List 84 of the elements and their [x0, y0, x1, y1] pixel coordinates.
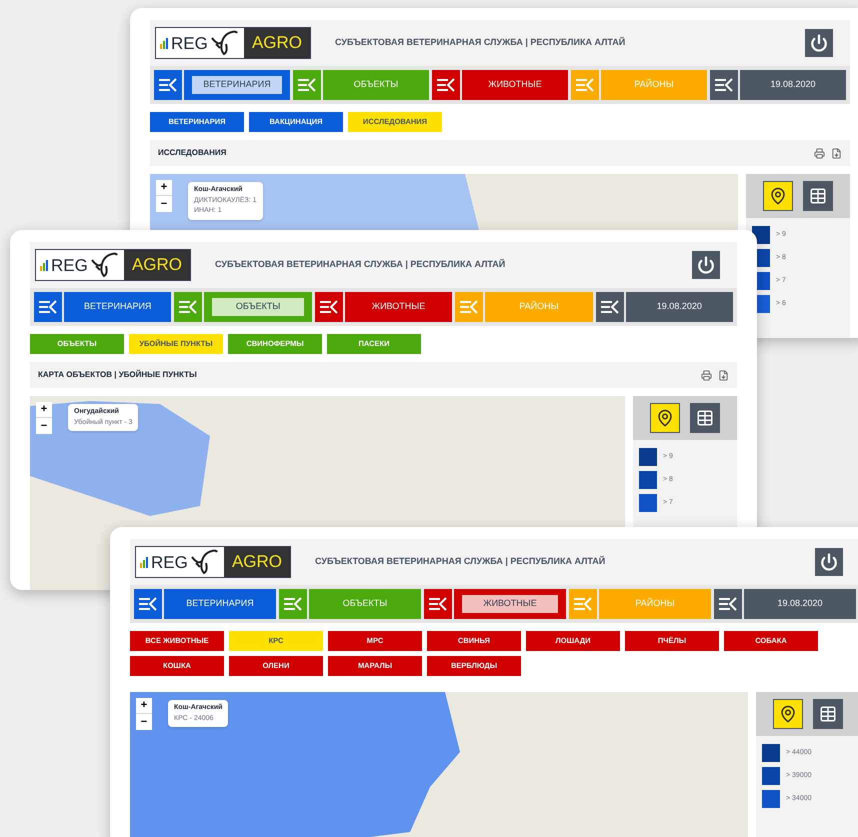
power-button[interactable] [805, 29, 833, 57]
nav-tab[interactable]: ОБЪЕКТЫ [323, 70, 429, 100]
bar-chart-icon [160, 38, 169, 48]
zoom-out-button[interactable]: − [156, 196, 172, 212]
table-icon [696, 409, 714, 427]
print-icon[interactable] [701, 370, 712, 380]
logo-product-text: AGRO [224, 547, 290, 577]
map-view-button[interactable] [773, 699, 803, 729]
nav-tab[interactable]: ВЕТЕРИНАРИЯ [184, 70, 290, 100]
menu-button[interactable] [293, 70, 321, 100]
map-pin-icon [769, 187, 787, 205]
zoom-in-button[interactable]: + [156, 180, 172, 196]
map-view-button[interactable] [763, 181, 793, 211]
menu-button[interactable] [174, 292, 202, 322]
page-title: СУБЪЕКТОВАЯ ВЕТЕРИНАРНАЯ СЛУЖБА | РЕСПУБЛИКА АЛТАЙ [215, 258, 506, 272]
nav-tab[interactable]: ЖИВОТНЫЕ [454, 589, 566, 619]
nav-tab[interactable]: ОБЪЕКТЫ [309, 589, 421, 619]
menu-fork-icon [284, 597, 302, 611]
download-icon[interactable] [718, 370, 729, 380]
bull-icon [90, 252, 118, 278]
bar-chart-icon [140, 556, 149, 568]
menu-button[interactable] [314, 292, 343, 322]
menu-button[interactable] [34, 292, 62, 322]
map-pin-icon [656, 409, 674, 427]
menu-fork-icon [437, 78, 455, 92]
zoom-in-button[interactable]: + [136, 698, 152, 714]
table-view-button[interactable] [803, 181, 833, 211]
zoom-out-button[interactable]: − [36, 418, 52, 434]
menu-button[interactable] [710, 70, 738, 100]
nav-tab[interactable]: 19.08.2020 [626, 292, 734, 322]
nav-tab[interactable]: ОБЪЕКТЫ [204, 292, 312, 322]
menu-fork-icon [139, 597, 157, 611]
menu-button[interactable] [432, 70, 460, 100]
menu-fork-icon [719, 597, 737, 611]
menu-fork-icon [298, 78, 316, 92]
menu-fork-icon [179, 300, 198, 314]
menu-fork-icon [320, 300, 338, 314]
logo-text: REG [51, 256, 88, 274]
menu-button[interactable] [134, 589, 162, 619]
section-title: ИССЛЕДОВАНИЯ [158, 147, 226, 159]
zoom-out-button[interactable]: − [136, 714, 152, 730]
power-button[interactable] [692, 251, 720, 279]
bar-chart-icon [40, 260, 49, 270]
nav-tab[interactable]: ЖИВОТНЫЕ [462, 70, 568, 100]
zoom-in-button[interactable]: + [36, 402, 52, 418]
table-view-button[interactable] [813, 699, 843, 729]
nav-tab[interactable]: ЖИВОТНЫЕ [344, 292, 452, 322]
logo-product-text: AGRO [244, 28, 310, 58]
map-pin-icon [779, 705, 797, 723]
map-view-button[interactable] [650, 403, 680, 433]
menu-button[interactable] [714, 589, 742, 619]
logo-text: REG [171, 34, 208, 52]
bull-icon [210, 30, 238, 56]
page-title: СУБЪЕКТОВАЯ ВЕТЕРИНАРНАЯ СЛУЖБА | РЕСПУБЛИКА АЛТАЙ [315, 555, 606, 568]
table-view-button[interactable] [690, 403, 720, 433]
menu-fork-icon [574, 597, 592, 611]
menu-fork-icon [576, 78, 594, 92]
nav-tab[interactable]: 19.08.2020 [744, 589, 856, 619]
menu-button[interactable] [596, 292, 624, 322]
menu-fork-icon [39, 300, 57, 314]
table-icon [809, 187, 827, 205]
nav-tab[interactable]: ВЕТЕРИНАРИЯ [64, 292, 172, 322]
table-icon [819, 705, 837, 723]
page-title: СУБЪЕКТОВАЯ ВЕТЕРИНАРНАЯ СЛУЖБА | РЕСПУБЛИКА АЛТАЙ [335, 36, 626, 50]
power-icon [810, 34, 828, 52]
power-icon [697, 256, 715, 274]
print-icon[interactable] [814, 148, 825, 158]
menu-fork-icon [600, 300, 619, 314]
nav-tab[interactable]: ВЕТЕРИНАРИЯ [164, 589, 276, 619]
menu-fork-icon [460, 300, 478, 314]
bull-icon [190, 549, 218, 575]
power-icon [820, 553, 838, 571]
logo-text: REG [151, 554, 188, 570]
logo-product-text: AGRO [124, 250, 190, 280]
nav-tab[interactable]: 19.08.2020 [740, 70, 846, 100]
menu-fork-icon [429, 597, 447, 611]
menu-button[interactable] [424, 589, 452, 619]
menu-fork-icon [715, 78, 733, 92]
menu-button[interactable] [279, 589, 307, 619]
menu-button[interactable] [154, 70, 182, 100]
menu-fork-icon [159, 78, 177, 92]
power-button[interactable] [815, 548, 843, 576]
download-icon[interactable] [831, 148, 842, 158]
section-title: КАРТА ОБЪЕКТОВ | УБОЙНЫЕ ПУНКТЫ [38, 369, 197, 381]
